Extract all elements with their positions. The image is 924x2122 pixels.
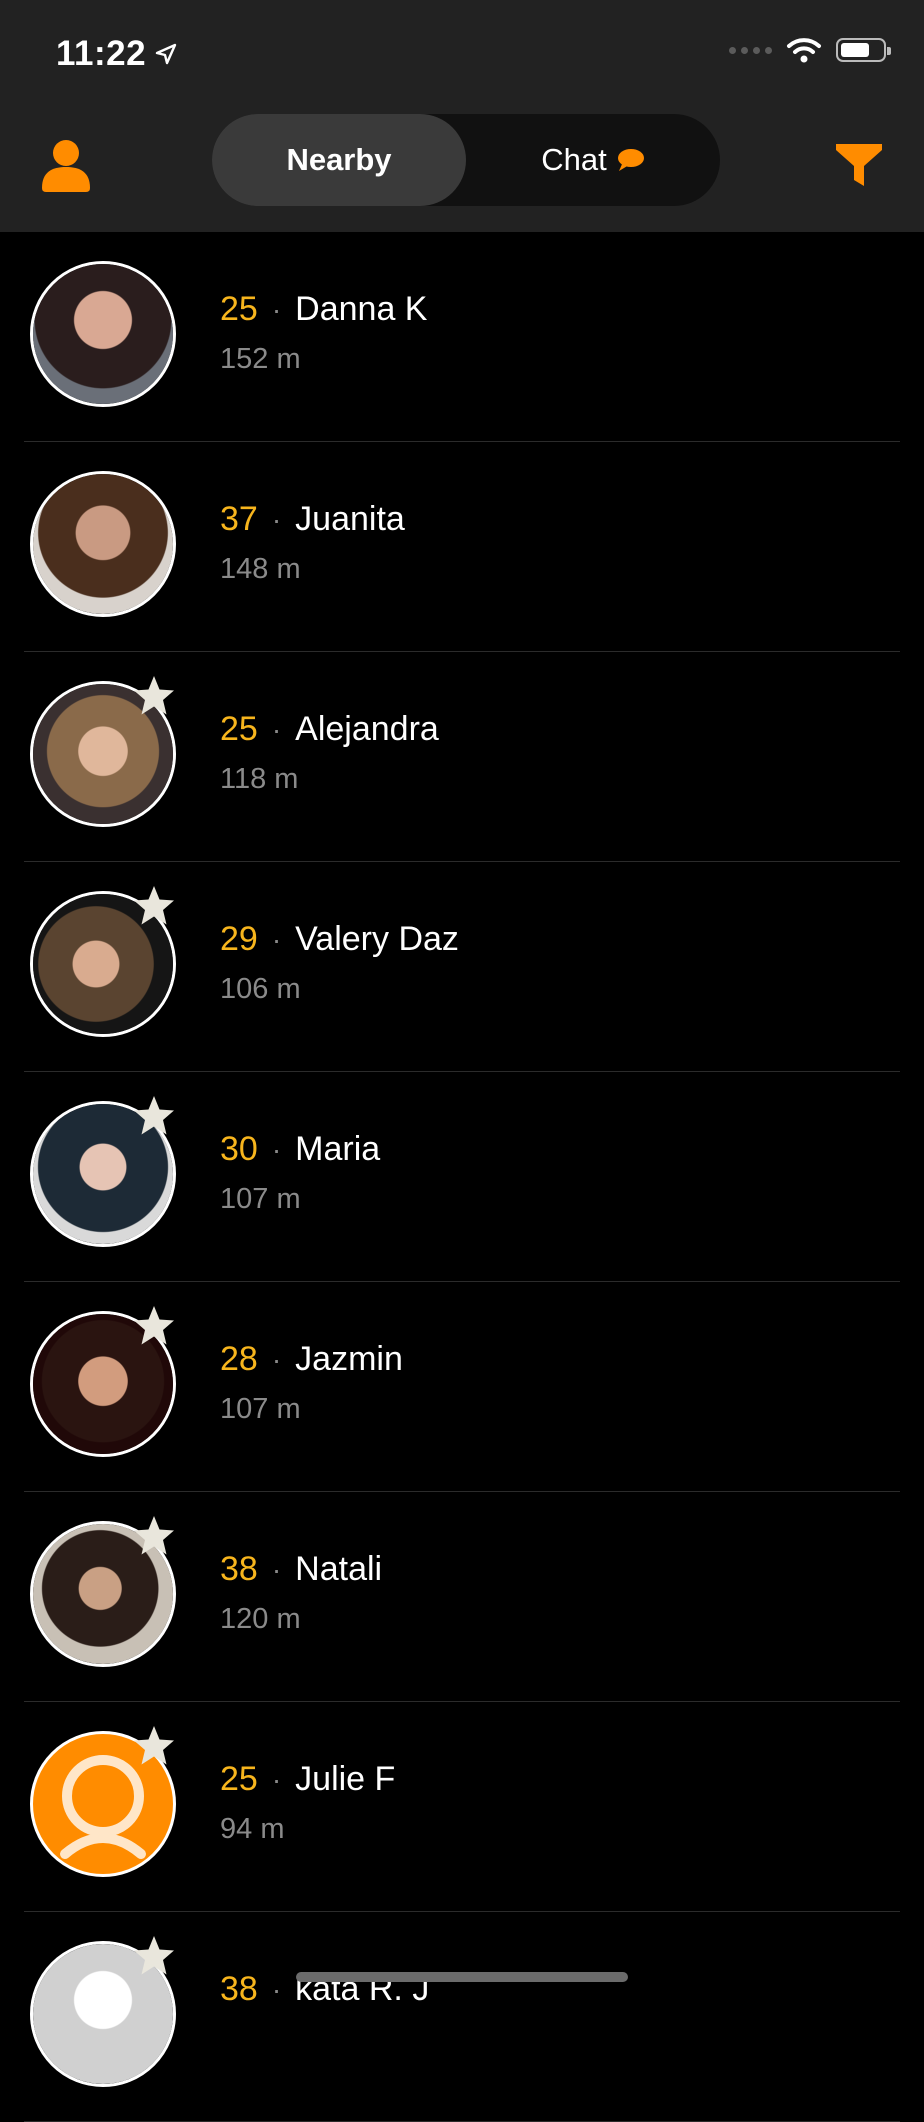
list-item[interactable]: 37 · Juanita 148 m	[0, 442, 924, 652]
list-item[interactable]: 29 · Valery Daz 106 m	[0, 862, 924, 1072]
person-age: 25	[220, 1760, 258, 1798]
separator-dot: ·	[271, 293, 282, 325]
person-info: 28 · Jazmin 107 m	[220, 1340, 403, 1426]
person-info: 25 · Danna K 152 m	[220, 290, 427, 376]
list-item[interactable]: 25 · Danna K 152 m	[0, 232, 924, 442]
person-distance: 107 m	[220, 1393, 301, 1425]
wifi-icon	[787, 38, 821, 63]
person-name: Jazmin	[295, 1340, 403, 1378]
tab-chat[interactable]: Chat	[466, 114, 720, 206]
profile-photo	[33, 474, 173, 614]
person-name: Valery Daz	[295, 920, 459, 958]
person-header: 28 · Jazmin	[220, 1340, 403, 1379]
separator-dot: ·	[271, 923, 282, 955]
user-icon	[42, 140, 90, 192]
person-age: 38	[220, 1970, 258, 2008]
chat-bubble-icon	[617, 149, 644, 171]
person-age: 28	[220, 1340, 258, 1378]
status-icons	[729, 36, 891, 64]
person-header: 25 · Danna K	[220, 290, 427, 329]
profile-photo	[33, 264, 173, 404]
cellular-signal-icon	[729, 46, 772, 54]
person-age: 25	[220, 290, 258, 328]
avatar	[30, 471, 176, 617]
avatar	[30, 261, 176, 407]
clock: 11:22	[56, 34, 147, 73]
person-info: 29 · Valery Daz 106 m	[220, 920, 459, 1006]
tab-nearby[interactable]: Nearby	[212, 114, 466, 206]
list-item[interactable]: 28 · Jazmin 107 m	[0, 1282, 924, 1492]
separator-dot: ·	[271, 1553, 282, 1585]
person-info: 38 · Natali 120 m	[220, 1550, 382, 1636]
person-age: 29	[220, 920, 258, 958]
status-time: 11:22	[56, 34, 178, 74]
star-icon	[134, 1726, 174, 1765]
person-header: 38 · Natali	[220, 1550, 382, 1589]
person-header: 25 · Alejandra	[220, 710, 439, 749]
star-icon	[134, 1306, 174, 1345]
person-distance: 94 m	[220, 1813, 285, 1845]
person-header: 25 · Julie F	[220, 1760, 395, 1799]
star-icon	[134, 886, 174, 925]
separator-dot: ·	[271, 1343, 282, 1375]
person-header: 29 · Valery Daz	[220, 920, 459, 959]
person-info: 37 · Juanita 148 m	[220, 500, 405, 586]
view-switcher: Nearby Chat	[212, 114, 720, 206]
separator-dot: ·	[271, 1763, 282, 1795]
nearby-list: 25 · Danna K 152 m 37 · Juanita 148 m 25 · Alejand…	[0, 232, 924, 2122]
person-distance: 107 m	[220, 1183, 301, 1215]
person-name: Natali	[295, 1550, 383, 1588]
person-age: 38	[220, 1550, 258, 1588]
home-indicator	[296, 1972, 628, 1982]
person-info: 30 · Maria 107 m	[220, 1130, 380, 1216]
filter-funnel-icon	[836, 144, 882, 186]
separator-dot: ·	[271, 1133, 282, 1165]
person-name: Danna K	[295, 290, 428, 328]
person-distance: 120 m	[220, 1603, 301, 1635]
person-age: 25	[220, 710, 258, 748]
separator-dot: ·	[271, 503, 282, 535]
separator-dot: ·	[271, 1973, 282, 2005]
profile-button[interactable]	[40, 138, 92, 192]
person-name: Juanita	[295, 500, 405, 538]
person-distance: 148 m	[220, 553, 301, 585]
location-arrow-icon	[155, 43, 177, 65]
person-header: 30 · Maria	[220, 1130, 380, 1169]
list-item[interactable]: 25 · Alejandra 118 m	[0, 652, 924, 862]
star-icon	[134, 1516, 174, 1555]
person-info: 25 · Julie F 94 m	[220, 1760, 395, 1846]
separator-dot: ·	[271, 713, 282, 745]
top-bar: 11:22 Nearby Chat	[0, 0, 924, 232]
list-item[interactable]: 38 · kata R. J	[0, 1912, 924, 2122]
person-distance: 118 m	[220, 763, 299, 795]
star-icon	[134, 1096, 174, 1135]
person-age: 30	[220, 1130, 258, 1168]
person-distance: 106 m	[220, 973, 301, 1005]
tab-chat-label: Chat	[541, 142, 607, 177]
list-item[interactable]: 30 · Maria 107 m	[0, 1072, 924, 1282]
list-item[interactable]: 38 · Natali 120 m	[0, 1492, 924, 1702]
battery-icon	[836, 38, 891, 62]
person-name: Julie F	[295, 1760, 396, 1798]
star-icon	[134, 1936, 174, 1975]
tab-nearby-label: Nearby	[286, 142, 392, 177]
person-name: Maria	[295, 1130, 381, 1168]
list-item[interactable]: 25 · Julie F 94 m	[0, 1702, 924, 1912]
person-distance: 152 m	[220, 343, 301, 375]
star-icon	[134, 676, 174, 715]
person-age: 37	[220, 500, 258, 538]
person-info: 25 · Alejandra 118 m	[220, 710, 439, 796]
filter-button[interactable]	[834, 140, 884, 190]
person-header: 37 · Juanita	[220, 500, 405, 539]
person-name: Alejandra	[295, 710, 439, 748]
